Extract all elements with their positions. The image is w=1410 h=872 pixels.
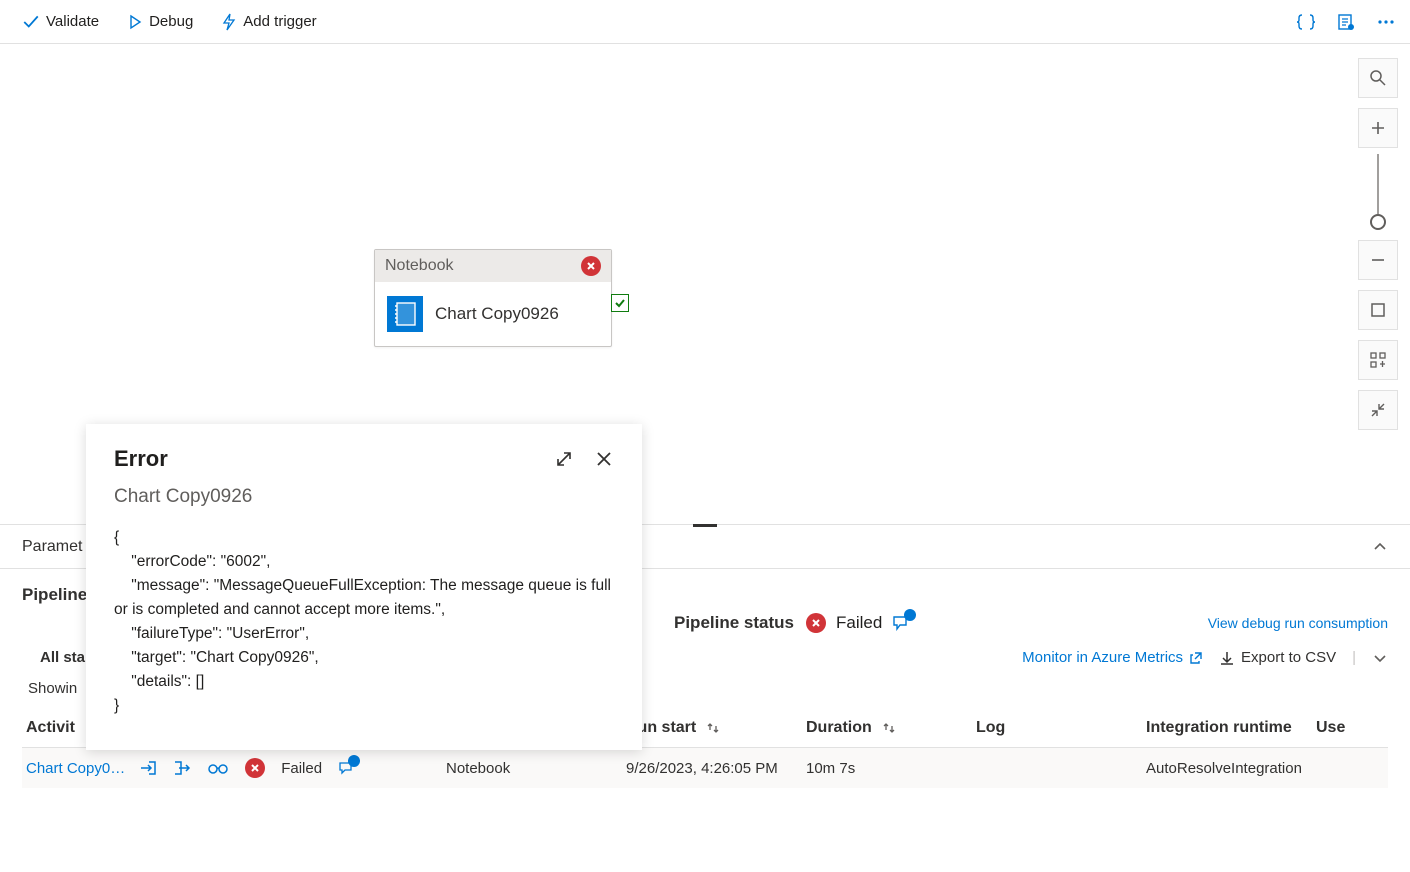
row-status-text: Failed	[281, 760, 322, 777]
output-icon[interactable]	[173, 760, 191, 776]
zoom-slider-track[interactable]	[1377, 154, 1379, 214]
zoom-in-button[interactable]	[1358, 108, 1398, 148]
external-link-icon	[1189, 651, 1203, 665]
collapse-canvas-button[interactable]	[1358, 390, 1398, 430]
toolbar-right	[1290, 6, 1402, 38]
cell-type: Notebook	[446, 760, 626, 777]
code-view-button[interactable]	[1290, 6, 1322, 38]
braces-icon	[1296, 13, 1316, 31]
expand-dialog-button[interactable]	[554, 449, 574, 469]
glasses-icon[interactable]	[207, 761, 229, 775]
activity-action-icons: Failed	[139, 758, 354, 778]
error-dialog: Error Chart Copy0926 { "errorCode": "600…	[86, 424, 642, 750]
table-row[interactable]: Chart Copy0… Failed	[22, 748, 1388, 788]
cell-run-start: 9/26/2023, 4:26:05 PM	[626, 760, 806, 777]
add-trigger-button[interactable]: Add trigger	[207, 7, 330, 37]
sort-icon[interactable]	[706, 721, 720, 735]
activity-node-notebook[interactable]: Notebook Chart Copy0926	[374, 249, 612, 347]
activity-link[interactable]: Chart Copy0…	[26, 760, 125, 777]
error-status-icon[interactable]	[581, 256, 601, 276]
fit-to-screen-button[interactable]	[1358, 290, 1398, 330]
lightning-icon	[221, 13, 237, 31]
plus-icon	[1370, 120, 1386, 136]
zoom-toolbar	[1358, 58, 1398, 430]
zoom-slider-thumb[interactable]	[1370, 214, 1386, 230]
cell-integration: AutoResolveIntegration	[1146, 760, 1316, 777]
check-icon	[22, 13, 40, 31]
activity-node-header: Notebook	[375, 250, 611, 282]
col-run-start[interactable]: Run start	[626, 719, 806, 737]
export-label: Export to CSV	[1241, 649, 1336, 666]
notebook-icon	[387, 296, 423, 332]
col-use[interactable]: Use	[1316, 719, 1376, 737]
pipeline-status-value: Failed	[806, 613, 910, 633]
monitor-metrics-link[interactable]: Monitor in Azure Metrics	[1022, 649, 1203, 666]
view-debug-consumption-link[interactable]: View debug run consumption	[1208, 615, 1388, 631]
duration-label: Duration	[806, 719, 872, 737]
close-dialog-button[interactable]	[594, 449, 614, 469]
sort-icon[interactable]	[882, 721, 896, 735]
row-message-button[interactable]	[338, 761, 354, 775]
cell-activity: Chart Copy0… Failed	[26, 758, 446, 778]
activity-type-label: Notebook	[385, 257, 454, 275]
export-csv-button[interactable]: Export to CSV	[1219, 649, 1336, 666]
error-details-button[interactable]	[892, 615, 910, 631]
success-anchor[interactable]	[611, 294, 629, 312]
chevron-up-icon[interactable]	[1372, 539, 1388, 555]
all-status-filter[interactable]: All sta	[40, 649, 85, 666]
auto-layout-button[interactable]	[1358, 340, 1398, 380]
search-canvas-button[interactable]	[1358, 58, 1398, 98]
top-toolbar: Validate Debug Add trigger	[0, 0, 1410, 44]
activity-name: Chart Copy0926	[435, 304, 559, 324]
fit-icon	[1369, 301, 1387, 319]
badge-icon	[348, 755, 360, 767]
error-body: { "errorCode": "6002", "message": "Messa…	[114, 526, 614, 718]
pipeline-run-header: Pipeline	[22, 585, 87, 605]
col-integration[interactable]: Integration runtime	[1146, 719, 1316, 737]
pipeline-status-label: Pipeline status	[674, 613, 794, 633]
cell-duration: 10m 7s	[806, 760, 976, 777]
col-log[interactable]: Log	[976, 719, 1146, 737]
error-dialog-header: Error	[114, 446, 614, 472]
status-text: Failed	[836, 613, 882, 633]
input-icon[interactable]	[139, 760, 157, 776]
ellipsis-icon	[1377, 13, 1395, 31]
toolbar-left: Validate Debug Add trigger	[8, 7, 331, 37]
error-icon	[806, 613, 826, 633]
document-icon	[1337, 13, 1355, 31]
col-duration[interactable]: Duration	[806, 719, 976, 737]
properties-button[interactable]	[1330, 6, 1362, 38]
download-icon	[1219, 650, 1235, 666]
error-title: Error	[114, 446, 168, 472]
layout-icon	[1369, 351, 1387, 369]
row-error-icon[interactable]	[245, 758, 265, 778]
error-subtitle: Chart Copy0926	[114, 486, 614, 508]
validate-button[interactable]: Validate	[8, 7, 113, 37]
debug-button[interactable]: Debug	[113, 7, 207, 36]
more-button[interactable]	[1370, 6, 1402, 38]
play-icon	[127, 14, 143, 30]
monitor-label: Monitor in Azure Metrics	[1022, 649, 1183, 666]
columns-chevron-button[interactable]	[1372, 650, 1388, 666]
activity-node-body: Chart Copy0926	[375, 282, 611, 346]
minus-icon	[1370, 252, 1386, 268]
validate-label: Validate	[46, 13, 99, 30]
parameters-label: Paramet	[22, 538, 82, 556]
collapse-icon	[1369, 401, 1387, 419]
search-icon	[1369, 69, 1387, 87]
zoom-out-button[interactable]	[1358, 240, 1398, 280]
badge-icon	[904, 609, 916, 621]
add-trigger-label: Add trigger	[243, 13, 316, 30]
debug-label: Debug	[149, 13, 193, 30]
